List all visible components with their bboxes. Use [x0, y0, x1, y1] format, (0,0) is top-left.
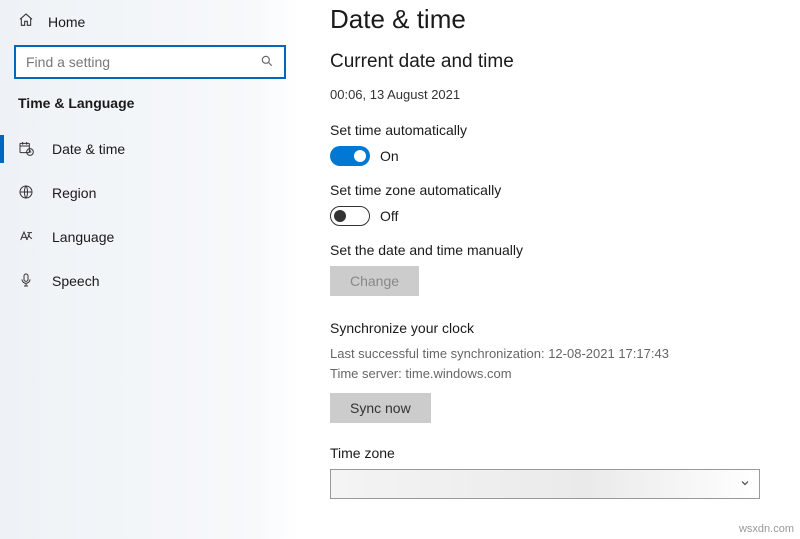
sidebar-item-label: Date & time	[52, 141, 125, 157]
main-content: Date & time Current date and time 00:06,…	[300, 0, 800, 539]
timezone-select[interactable]	[330, 469, 760, 499]
sidebar-item-label: Language	[52, 229, 114, 245]
sync-last: Last successful time synchronization: 12…	[330, 344, 780, 364]
set-zone-auto-label: Set time zone automatically	[330, 182, 780, 198]
sidebar-item-speech[interactable]: Speech	[0, 259, 300, 303]
home-nav[interactable]: Home	[0, 6, 300, 45]
change-button[interactable]: Change	[330, 266, 419, 296]
search-field[interactable]	[26, 54, 260, 70]
set-zone-auto-toggle[interactable]	[330, 206, 370, 226]
set-time-auto-toggle[interactable]	[330, 146, 370, 166]
sidebar-item-label: Region	[52, 185, 96, 201]
current-datetime: 00:06, 13 August 2021	[330, 87, 780, 102]
sidebar-item-label: Speech	[52, 273, 99, 289]
sidebar-item-region[interactable]: Region	[0, 171, 300, 215]
sync-now-button[interactable]: Sync now	[330, 393, 431, 423]
home-label: Home	[48, 14, 85, 30]
section-title: Current date and time	[330, 51, 780, 73]
nav-list: Date & time Region Language Speech	[0, 127, 300, 303]
sync-title: Synchronize your clock	[330, 320, 780, 336]
set-time-auto-label: Set time automatically	[330, 122, 780, 138]
sidebar-item-date-time[interactable]: Date & time	[0, 127, 300, 171]
microphone-icon	[18, 272, 34, 291]
chevron-down-icon	[739, 476, 751, 492]
home-icon	[18, 12, 34, 31]
calendar-clock-icon	[18, 140, 34, 159]
globe-icon	[18, 184, 34, 203]
sidebar-item-language[interactable]: Language	[0, 215, 300, 259]
manual-label: Set the date and time manually	[330, 242, 780, 258]
page-title: Date & time	[330, 4, 780, 35]
set-time-auto-state: On	[380, 148, 399, 164]
search-input[interactable]	[14, 45, 286, 79]
set-zone-auto-state: Off	[380, 208, 398, 224]
watermark: wsxdn.com	[739, 523, 794, 535]
language-icon	[18, 228, 34, 247]
sync-info: Last successful time synchronization: 12…	[330, 344, 780, 383]
sync-server: Time server: time.windows.com	[330, 364, 780, 384]
timezone-label: Time zone	[330, 445, 780, 461]
search-icon	[260, 54, 274, 71]
sidebar: Home Time & Language Date & time Region	[0, 0, 300, 539]
category-title: Time & Language	[0, 93, 300, 127]
